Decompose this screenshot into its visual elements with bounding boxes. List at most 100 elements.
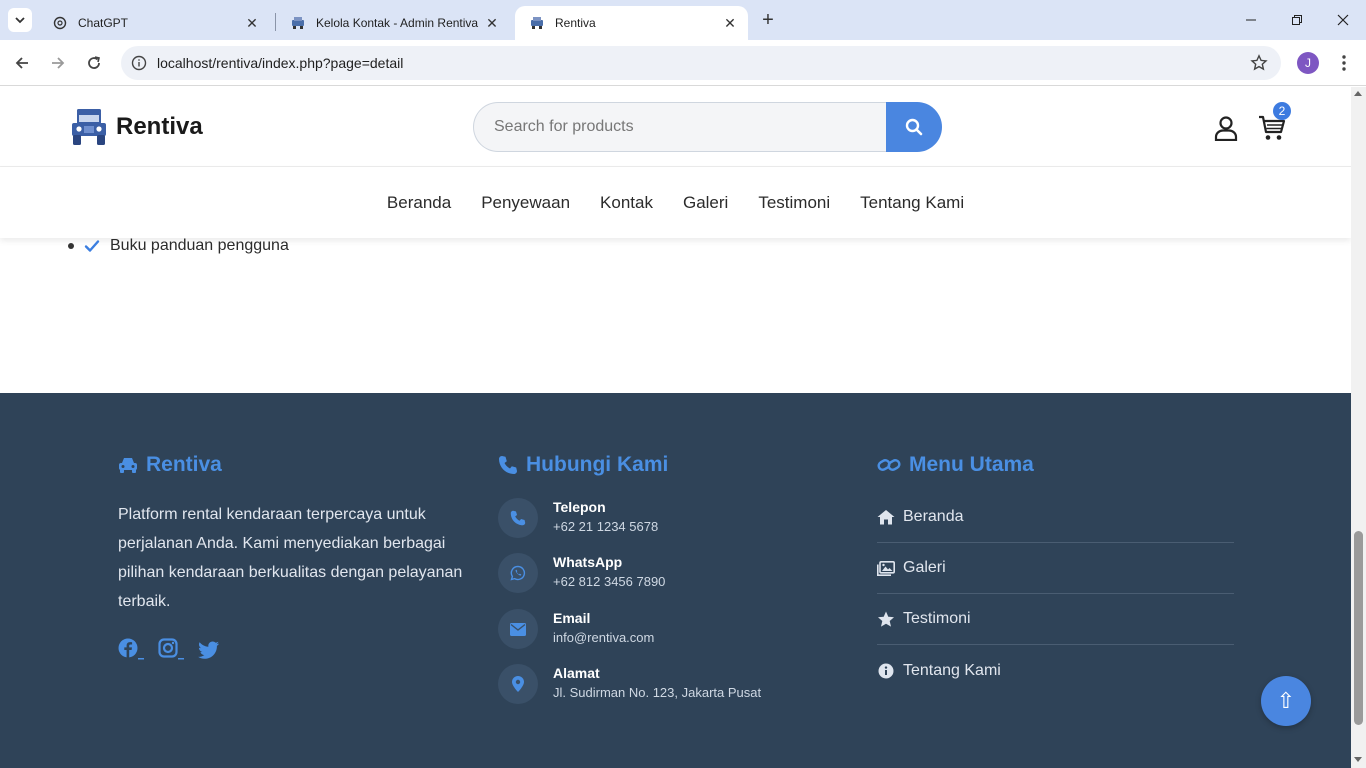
envelope-icon — [498, 609, 538, 649]
contact-value: Jl. Sudirman No. 123, Jakarta Pusat — [553, 685, 762, 700]
contact-value[interactable]: info@rentiva.com — [553, 630, 654, 645]
footer-menu-heading: Menu Utama — [877, 453, 1034, 477]
close-icon[interactable]: ✕ — [244, 15, 260, 31]
contact-alamat: Alamat Jl. Sudirman No. 123, Jakarta Pus… — [498, 664, 828, 704]
browser-toolbar: localhost/rentiva/index.php?page=detail … — [0, 40, 1366, 86]
footer-contact-title: Hubungi Kami — [526, 453, 669, 476]
page-viewport: Rentiva 2 Beranda Penyewaan Kontak Galer… — [0, 87, 1366, 768]
site-brand-name: Rentiva — [116, 113, 203, 140]
contact-value[interactable]: +62 812 3456 7890 — [553, 574, 665, 589]
browser-menu-icon[interactable] — [1334, 52, 1354, 74]
footer-menu-label: Beranda — [903, 508, 964, 525]
user-account-icon[interactable] — [1213, 115, 1239, 141]
address-bar[interactable]: localhost/rentiva/index.php?page=detail — [121, 46, 1281, 80]
footer-about-text: Platform rental kendaraan terpercaya unt… — [118, 506, 463, 610]
back-to-top-button[interactable]: ⇧ — [1261, 676, 1311, 726]
close-icon[interactable]: ✕ — [722, 15, 738, 31]
scroll-up-arrow-icon[interactable] — [1354, 91, 1362, 96]
browser-tab-bar: ChatGPT ✕ Kelola Kontak - Admin Rentiva … — [0, 0, 1366, 40]
nav-item-testimoni[interactable]: Testimoni — [758, 193, 830, 213]
rentiva-favicon — [529, 15, 545, 31]
cart-count-badge: 2 — [1273, 102, 1291, 120]
nav-item-kontak[interactable]: Kontak — [600, 193, 653, 213]
phone-icon — [499, 456, 517, 474]
search-button[interactable] — [886, 102, 942, 152]
map-pin-icon — [498, 664, 538, 704]
footer-menu-beranda[interactable]: Beranda — [877, 492, 1234, 543]
feature-text: Buku panduan pengguna — [110, 237, 289, 254]
contact-label: WhatsApp — [553, 554, 623, 570]
site-footer: Rentiva Platform rental kendaraan terper… — [0, 393, 1351, 768]
profile-avatar[interactable]: J — [1297, 52, 1319, 74]
nav-item-beranda[interactable]: Beranda — [387, 193, 451, 213]
tab-title: ChatGPT — [78, 16, 129, 30]
close-icon — [1337, 14, 1349, 26]
site-info-icon[interactable] — [129, 53, 149, 73]
contact-whatsapp: WhatsApp +62 812 3456 7890 — [498, 553, 828, 593]
url-text[interactable]: localhost/rentiva/index.php?page=detail — [157, 55, 403, 71]
minimize-icon — [1246, 19, 1256, 21]
reload-icon — [88, 56, 100, 69]
contact-email: Email info@rentiva.com — [498, 609, 828, 649]
footer-menu-galeri[interactable]: Galeri — [877, 543, 1234, 594]
tab-chatgpt[interactable]: ChatGPT ✕ — [38, 6, 270, 40]
footer-menu-tentang-kami[interactable]: Tentang Kami — [877, 645, 1234, 696]
footer-brand-heading: Rentiva — [118, 453, 222, 477]
scroll-down-arrow-icon[interactable] — [1354, 757, 1362, 762]
twitter-icon[interactable] — [198, 638, 224, 660]
new-tab-button[interactable]: + — [756, 8, 780, 32]
facebook-icon[interactable] — [118, 638, 144, 660]
search-icon — [905, 118, 923, 136]
close-window-button[interactable] — [1320, 0, 1366, 40]
footer-brand-title: Rentiva — [146, 453, 222, 476]
rentiva-favicon — [290, 15, 306, 31]
page-scrollbar[interactable] — [1351, 87, 1366, 768]
footer-menu-label: Testimoni — [903, 610, 971, 627]
tab-rentiva[interactable]: Rentiva ✕ — [515, 6, 748, 40]
link-icon — [877, 459, 901, 471]
nav-item-tentang-kami[interactable]: Tentang Kami — [860, 193, 964, 213]
chatgpt-icon — [52, 15, 68, 31]
minimize-button[interactable] — [1228, 0, 1274, 40]
restore-icon — [1292, 15, 1302, 25]
contact-label: Email — [553, 610, 591, 626]
image-icon — [877, 560, 895, 576]
list-bullet — [68, 243, 74, 249]
forward-button[interactable] — [44, 49, 72, 77]
jeep-logo-icon — [72, 109, 106, 145]
footer-menu-label: Galeri — [903, 559, 946, 576]
footer-menu-testimoni[interactable]: Testimoni — [877, 594, 1234, 645]
main-navigation: Beranda Penyewaan Kontak Galeri Testimon… — [0, 167, 1351, 238]
contact-telepon: Telepon +62 21 1234 5678 — [498, 498, 828, 538]
star-icon — [877, 611, 895, 627]
arrow-left-icon — [15, 57, 28, 69]
tab-title: Rentiva — [555, 16, 596, 30]
footer-contact-heading: Hubungi Kami — [498, 453, 668, 477]
site-logo[interactable]: Rentiva — [70, 107, 203, 147]
feature-list-item: Buku panduan pengguna — [68, 237, 289, 255]
close-icon[interactable]: ✕ — [484, 15, 500, 31]
instagram-icon[interactable] — [158, 638, 184, 660]
social-links — [118, 638, 238, 660]
chevron-down-icon — [15, 17, 25, 24]
phone-icon — [498, 498, 538, 538]
scrollbar-thumb[interactable] — [1354, 531, 1363, 725]
site-header: Rentiva 2 — [0, 87, 1351, 167]
footer-menu-title: Menu Utama — [909, 453, 1034, 476]
tab-search-button[interactable] — [8, 8, 32, 32]
bookmark-star-icon[interactable] — [1249, 53, 1269, 73]
contact-label: Alamat — [553, 665, 600, 681]
nav-item-penyewaan[interactable]: Penyewaan — [481, 193, 570, 213]
search-input[interactable] — [473, 102, 893, 152]
car-icon — [119, 458, 137, 473]
restore-button[interactable] — [1274, 0, 1320, 40]
back-button[interactable] — [8, 49, 36, 77]
whatsapp-icon — [498, 553, 538, 593]
nav-item-galeri[interactable]: Galeri — [683, 193, 728, 213]
reload-button[interactable] — [80, 49, 108, 77]
info-icon — [877, 663, 895, 679]
tab-kelola-kontak[interactable]: Kelola Kontak - Admin Rentiva ✕ — [276, 6, 510, 40]
product-search — [473, 102, 942, 152]
contact-value[interactable]: +62 21 1234 5678 — [553, 519, 658, 534]
tab-title: Kelola Kontak - Admin Rentiva — [316, 16, 479, 30]
